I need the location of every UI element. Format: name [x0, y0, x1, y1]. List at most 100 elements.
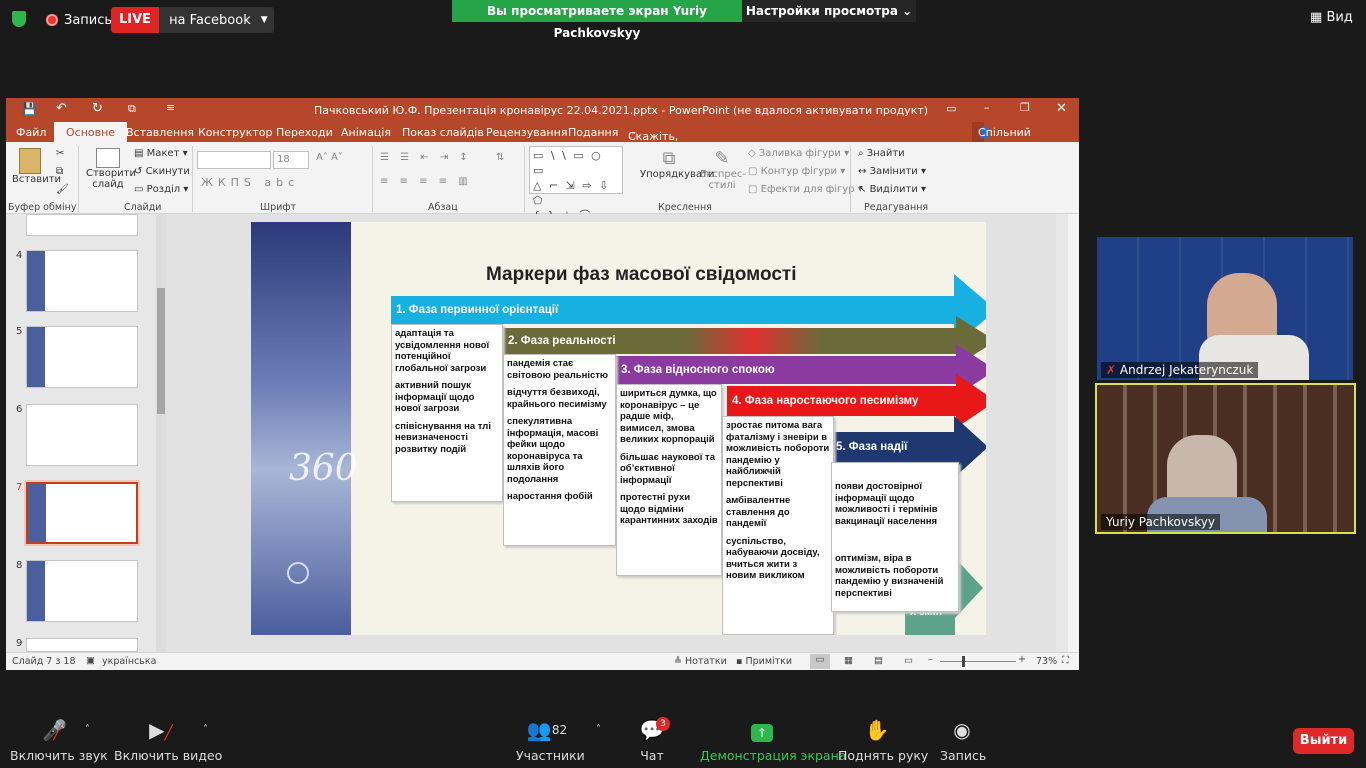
- section-button[interactable]: ▭ Розділ ▾: [134, 184, 188, 195]
- replace-button[interactable]: ↔ Замінити ▾: [858, 166, 926, 177]
- comments-button[interactable]: ▪ Примітки: [736, 656, 792, 667]
- record-indicator[interactable]: Запись: [40, 8, 118, 32]
- fit-slide-icon[interactable]: ⛶: [1062, 655, 1069, 666]
- paste-button[interactable]: Вставити: [12, 148, 61, 185]
- phase-1-band: 1. Фаза первинної орієнтації: [391, 296, 956, 324]
- slide-thumbnail[interactable]: [26, 638, 138, 652]
- tab-animations[interactable]: Анімація: [341, 126, 391, 139]
- zoom-out-icon[interactable]: –: [928, 654, 933, 665]
- quick-styles-button[interactable]: ✎ Експрес-стилі: [700, 148, 746, 191]
- shapes-gallery[interactable]: ▭ \ \ ▭ ○ ▭△ ⌐ ⇲ ⇨ ⇩ ⬠{ } ☆ ⌒: [529, 146, 623, 222]
- reading-view-icon[interactable]: ▤: [874, 655, 883, 666]
- notes-label: Нотатки: [684, 656, 727, 667]
- arrange-button[interactable]: ⧉ Упорядкувати: [640, 148, 714, 180]
- share-screen-icon: ↑: [700, 718, 824, 742]
- record-button[interactable]: ◉ Запись: [940, 718, 986, 763]
- slide-thumbnail[interactable]: [26, 404, 138, 466]
- zoom-level[interactable]: 73%: [1036, 656, 1057, 667]
- sorter-view-icon[interactable]: ▦: [844, 655, 853, 666]
- shape-outline-button[interactable]: ▢ Контур фігури ▾: [748, 166, 845, 177]
- customize-icon[interactable]: ≡: [166, 101, 175, 114]
- box-item: більшає наукової та об’єктивної інформац…: [620, 451, 715, 486]
- participants-button[interactable]: 👥82 Участники: [516, 718, 585, 763]
- tab-file[interactable]: Файл: [16, 126, 46, 139]
- arrange-icon: ⧉: [662, 148, 676, 169]
- video-options-chevron[interactable]: ˄: [203, 724, 208, 735]
- share-screen-button[interactable]: ↑ Демонстрация экрана: [700, 718, 846, 763]
- find-button[interactable]: ⌕ Знайти: [858, 148, 905, 159]
- notes-button[interactable]: ≜ Нотатки: [674, 656, 727, 667]
- shape-effects-button[interactable]: ▢ Ефекти для фігур ▾: [748, 184, 863, 195]
- box-item: пандемія стає світовою реальністю: [507, 358, 609, 381]
- format-painter-icon[interactable]: 🖌: [56, 184, 69, 195]
- list-icons[interactable]: ☰ ☰ ⇤ ⇥ ↕: [380, 152, 472, 163]
- view-button[interactable]: ▦ Вид: [1310, 10, 1353, 25]
- slide-number: 7: [16, 482, 23, 493]
- slide-scrollbar[interactable]: [1056, 214, 1068, 652]
- thumbnails-scrollbar[interactable]: [156, 214, 166, 652]
- slide-thumbnails-pane[interactable]: 4 5 6 7 8 9: [6, 214, 166, 652]
- tab-view[interactable]: Подання: [568, 126, 618, 139]
- tab-slideshow[interactable]: Показ слайдів: [402, 126, 484, 139]
- slide-thumbnail[interactable]: [26, 250, 138, 312]
- tab-review[interactable]: Рецензування: [486, 126, 567, 139]
- share-button[interactable]: 👤 Спільний доступ: [972, 122, 1031, 152]
- ribbon-options-icon[interactable]: ▭: [946, 102, 956, 115]
- live-facebook-button[interactable]: LIVE на Facebook ▼: [111, 7, 274, 33]
- text-direction-icon[interactable]: ⇅: [496, 152, 504, 163]
- phase-3-band: 3. Фаза відносного спокою: [616, 356, 958, 384]
- layout-button[interactable]: ▤ Макет ▾: [134, 148, 188, 159]
- slide-thumbnail[interactable]: [26, 326, 138, 388]
- redo-icon[interactable]: ↻: [92, 101, 103, 116]
- raise-hand-button[interactable]: ✋ Поднять руку: [838, 718, 928, 763]
- start-video-label: Включить видео: [114, 748, 223, 763]
- zoom-in-icon[interactable]: +: [1018, 654, 1026, 665]
- font-format-icons[interactable]: ЖКПS abc: [201, 176, 299, 189]
- participants-options-chevron[interactable]: ˄: [596, 724, 601, 735]
- slide-thumbnail-selected[interactable]: [24, 480, 140, 546]
- select-label: Виділити: [869, 184, 918, 195]
- align-icons[interactable]: ≡ ≡ ≡ ≡ ▥: [380, 176, 472, 187]
- tab-insert[interactable]: Вставлення: [126, 126, 194, 139]
- box-item: суспільство, набуваючи досвіду, вчиться …: [726, 535, 820, 582]
- close-icon[interactable]: ✕: [1056, 101, 1067, 116]
- shape-outline-label: Контур фігури: [760, 166, 838, 177]
- undo-icon[interactable]: ↶: [56, 101, 67, 116]
- select-button[interactable]: ↖ Виділити ▾: [858, 184, 926, 195]
- tab-design[interactable]: Конструктор: [198, 126, 272, 139]
- shape-fill-button[interactable]: ◇ Заливка фігури ▾: [748, 148, 849, 159]
- leave-button[interactable]: Выйти: [1293, 728, 1354, 754]
- save-icon[interactable]: 💾: [22, 102, 37, 116]
- slideshow-view-icon[interactable]: ▭: [904, 655, 913, 666]
- slide-canvas[interactable]: 360 Маркери фаз масової свідомості 1. Фа…: [251, 222, 986, 635]
- zoom-slider[interactable]: [940, 661, 1016, 662]
- slideshow-icon[interactable]: ⧉: [128, 102, 136, 116]
- zoom-slider-thumb[interactable]: [962, 656, 965, 667]
- view-settings-button[interactable]: Настройки просмотра ⌄: [742, 0, 916, 22]
- participant-video-1[interactable]: ✗ Andrzej Jekaterynczuk: [1097, 237, 1353, 380]
- unmute-button[interactable]: 🎤╱ Включить звук: [10, 718, 108, 763]
- normal-view-icon[interactable]: ▭: [810, 654, 830, 669]
- cut-icon[interactable]: ✂: [56, 148, 64, 159]
- slide-thumbnail[interactable]: [26, 560, 138, 622]
- participant-video-2-active[interactable]: Yuriy Pachkovskyy: [1095, 383, 1356, 534]
- new-slide-button[interactable]: Створити слайд: [86, 148, 136, 190]
- font-size-input[interactable]: 18: [273, 151, 309, 169]
- font-name-input[interactable]: [197, 151, 271, 169]
- minimize-icon[interactable]: –: [984, 101, 990, 114]
- phase-1-box: адаптація та усвідомлення нової потенцій…: [391, 324, 503, 502]
- tab-transitions[interactable]: Переходи: [276, 126, 333, 139]
- shield-icon[interactable]: [12, 11, 26, 27]
- audio-options-chevron[interactable]: ˄: [85, 724, 90, 735]
- box-item: зростає питома вага фаталізму і зневіри …: [726, 420, 830, 489]
- maximize-icon[interactable]: ❐: [1020, 101, 1030, 114]
- chat-button[interactable]: 💬 Чат 3: [636, 717, 670, 763]
- font-grow-icon[interactable]: A˄ A˅: [316, 152, 343, 163]
- proofing-icon[interactable]: ▣: [86, 655, 95, 666]
- language-indicator[interactable]: українська: [102, 656, 156, 667]
- start-video-button[interactable]: ▶╱ Включить видео: [114, 718, 223, 763]
- copy-icon[interactable]: ⧉: [56, 166, 63, 177]
- slide-thumbnail[interactable]: [26, 214, 138, 236]
- tab-home[interactable]: Основне: [54, 122, 128, 142]
- reset-button[interactable]: ↺ Скинути: [134, 166, 190, 177]
